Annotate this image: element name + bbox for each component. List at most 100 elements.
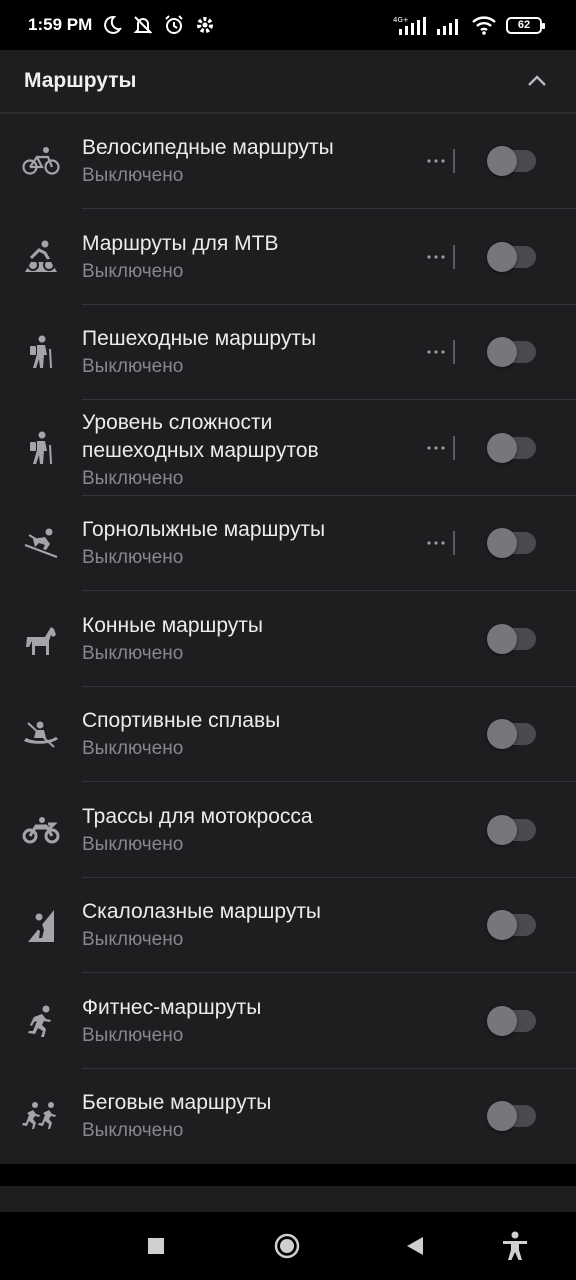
route-status: Выключено (82, 165, 184, 186)
toggle-knob (487, 910, 517, 940)
route-text: Горнолыжные маршруты Выключено (82, 516, 412, 571)
route-title: Велосипедные маршруты (82, 136, 334, 159)
route-text: Пешеходные маршруты Выключено (82, 325, 412, 380)
route-text: Трассы для мотокросса Выключено (82, 803, 412, 858)
toggle-knob (487, 1005, 517, 1036)
status-bar: 1:59 PM 4G+ 62 (0, 0, 576, 50)
hiker-icon (20, 331, 62, 373)
section-header[interactable]: Маршруты (0, 50, 576, 114)
more-options-icon[interactable] (425, 438, 447, 458)
skier-icon (20, 522, 62, 564)
route-status: Выключено (82, 467, 184, 489)
runner-icon (20, 1000, 62, 1042)
route-row[interactable]: Фитнес-маршруты Выключено (0, 974, 576, 1069)
signal-4g-icon: 4G+ (393, 14, 427, 36)
toggle-knob (487, 623, 517, 654)
route-title: Маршруты для МТВ (82, 231, 279, 255)
network-label: 4G+ (393, 16, 409, 24)
divider (453, 435, 455, 460)
route-row[interactable]: Спортивные сплавы Выключено (0, 687, 576, 782)
route-toggle[interactable] (487, 528, 536, 558)
toggle-knob (487, 241, 517, 272)
toggle-knob (487, 337, 517, 367)
route-title: Горнолыжные маршруты (82, 518, 326, 541)
divider (453, 340, 455, 364)
route-status: Выключено (82, 642, 184, 664)
route-text: Уровень сложности пешеходных маршрутов Вы… (82, 409, 412, 492)
route-row[interactable]: Скалолазные маршруты Выключено (0, 878, 576, 973)
route-title: Конные маршруты (82, 613, 264, 637)
route-text: Спортивные сплавы Выключено (82, 707, 412, 762)
recents-square-icon[interactable] (136, 1226, 176, 1266)
next-section-header (0, 1186, 576, 1212)
route-toggle[interactable] (487, 623, 536, 654)
route-toggle[interactable] (487, 1101, 536, 1131)
runners-icon (20, 1095, 62, 1137)
route-row[interactable]: Трассы для мотокросса Выключено (0, 783, 576, 878)
navigation-bar (0, 1212, 576, 1280)
route-text: Скалолазные маршруты Выключено (82, 898, 412, 953)
route-toggle[interactable] (487, 432, 536, 463)
route-text: Фитнес-маршруты Выключено (82, 994, 412, 1049)
more-options-icon[interactable] (425, 151, 447, 171)
route-title: Трассы для мотокросса (82, 804, 313, 828)
toggle-knob (487, 146, 517, 176)
route-toggle[interactable] (487, 146, 536, 176)
divider (453, 531, 455, 555)
route-title: Беговые маршруты (82, 1091, 272, 1114)
more-options-icon[interactable] (425, 247, 447, 267)
route-text: Беговые маршруты Выключено (82, 1089, 412, 1144)
route-row[interactable]: Пешеходные маршруты Выключено (0, 305, 576, 400)
route-row[interactable]: Велосипедные маршруты Выключено (0, 114, 576, 209)
route-status: Выключено (82, 1120, 184, 1141)
divider (453, 244, 455, 269)
route-toggle[interactable] (487, 1005, 536, 1036)
route-row[interactable]: Беговые маршруты Выключено (0, 1069, 576, 1164)
battery-indicator: 62 (506, 16, 545, 34)
section-gap (0, 1164, 576, 1186)
chevron-up-icon[interactable] (522, 66, 552, 96)
route-text: Велосипедные маршруты Выключено (82, 134, 412, 189)
motorcycle-icon (20, 809, 62, 851)
route-status: Выключено (82, 833, 184, 855)
route-row[interactable]: Маршруты для МТВ Выключено (0, 210, 576, 305)
route-title: Пешеходные маршруты (82, 327, 317, 350)
route-row[interactable]: Горнолыжные маршруты Выключено (0, 496, 576, 591)
home-circle-icon[interactable] (267, 1226, 307, 1266)
route-toggle[interactable] (487, 814, 536, 845)
more-options-icon[interactable] (425, 533, 447, 553)
route-status: Выключено (82, 738, 184, 759)
toggle-knob (487, 528, 517, 558)
route-title: Скалолазные маршруты (82, 900, 322, 923)
route-status: Выключено (82, 1024, 184, 1046)
accessibility-icon[interactable] (495, 1226, 535, 1266)
climbing-icon (20, 904, 62, 946)
bicycle-icon (20, 140, 62, 182)
mountain-bike-icon (20, 236, 62, 278)
route-status: Выключено (82, 929, 184, 950)
more-options-icon[interactable] (425, 342, 447, 362)
toggle-knob (487, 432, 517, 463)
toggle-knob (487, 814, 517, 845)
battery-level: 62 (517, 19, 531, 31)
route-row[interactable]: Уровень сложности пешеходных маршрутов Вы… (0, 401, 576, 496)
horse-icon (20, 618, 62, 660)
moon-icon (101, 14, 123, 36)
alarm-icon (163, 14, 185, 36)
route-status: Выключено (82, 547, 184, 568)
route-status: Выключено (82, 260, 184, 282)
route-text: Конные маршруты Выключено (82, 612, 412, 667)
toggle-knob (487, 719, 517, 749)
back-triangle-icon[interactable] (395, 1226, 435, 1266)
route-toggle[interactable] (487, 241, 536, 272)
route-row[interactable]: Конные маршруты Выключено (0, 592, 576, 687)
route-toggle[interactable] (487, 910, 536, 940)
route-toggle[interactable] (487, 337, 536, 367)
mute-icon (132, 14, 154, 36)
route-toggle[interactable] (487, 719, 536, 749)
route-title: Фитнес-маршруты (82, 995, 262, 1019)
route-title: Уровень сложности пешеходных маршрутов (82, 410, 319, 462)
toggle-knob (487, 1101, 517, 1131)
divider (453, 149, 455, 173)
routes-panel: Маршруты Велосипедные маршруты Выключено М… (0, 50, 576, 1164)
